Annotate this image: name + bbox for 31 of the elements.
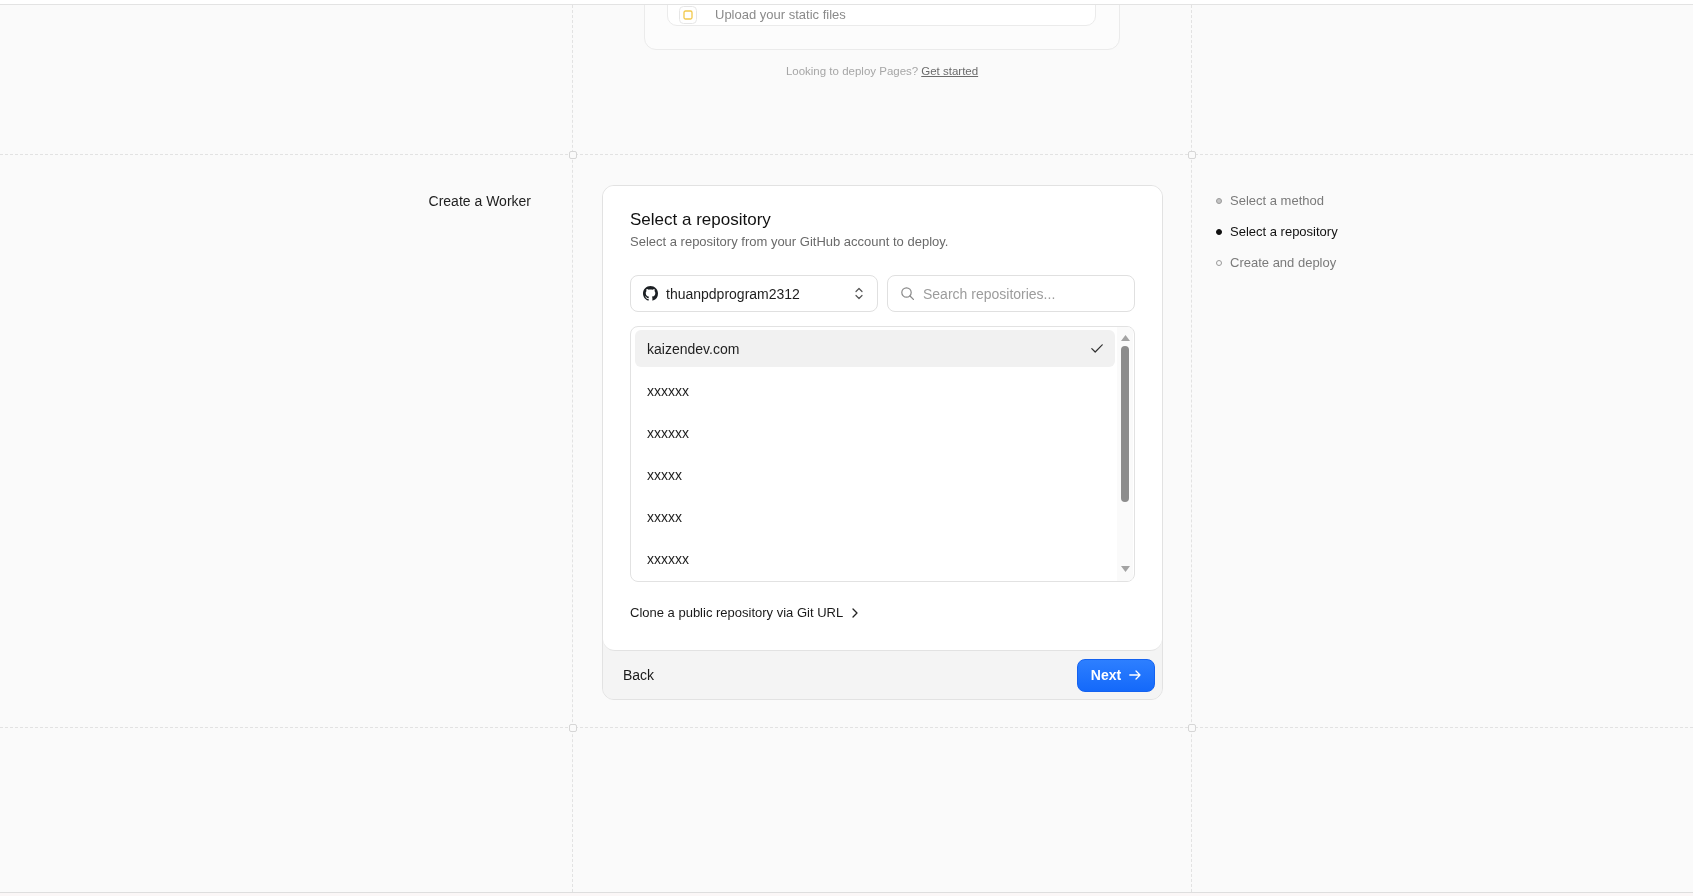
scroll-down-arrow-icon[interactable] [1120, 566, 1130, 572]
pages-hint-text: Looking to deploy Pages? Get started [785, 64, 979, 79]
account-select[interactable]: thuanpdprogram2312 [630, 275, 878, 312]
section-title: Create a Worker [428, 192, 531, 210]
step-label: Select a method [1230, 192, 1324, 210]
card-title: Select a repository [630, 209, 772, 231]
step-label: Create and deploy [1230, 254, 1337, 272]
step-label: Select a repository [1230, 223, 1338, 241]
repository-item[interactable]: xxxxxx [635, 540, 1115, 577]
repository-item[interactable]: xxxxxx [635, 372, 1115, 409]
repository-item[interactable]: xxxxx [635, 498, 1115, 535]
chevron-up-down-icon [855, 287, 863, 300]
clone-repository-link[interactable]: Clone a public repository via Git URL [630, 604, 859, 622]
check-icon [1091, 344, 1103, 353]
repository-item[interactable]: xxxxxx [635, 414, 1115, 451]
repository-item[interactable]: xxxxx [635, 456, 1115, 493]
square-tile-icon [679, 6, 697, 24]
upload-option[interactable]: Upload your static files [667, 5, 1096, 26]
scroll-up-arrow-icon[interactable] [1120, 335, 1130, 341]
back-button[interactable]: Back [612, 661, 666, 689]
scrollbar[interactable] [1117, 327, 1133, 581]
chevron-right-icon [852, 608, 859, 618]
next-button[interactable]: Next [1077, 658, 1155, 692]
arrow-right-icon [1129, 670, 1142, 680]
search-icon [901, 287, 914, 300]
search-field[interactable]: Search repositories... [887, 275, 1135, 312]
repository-item[interactable]: kaizendev.com [635, 330, 1115, 367]
scrollbar-thumb[interactable] [1121, 346, 1129, 502]
card-subtitle: Select a repository from your GitHub account to deploy. [630, 233, 950, 251]
cat-logo-icon [643, 286, 658, 301]
get-started-link[interactable]: Get started [921, 65, 979, 77]
